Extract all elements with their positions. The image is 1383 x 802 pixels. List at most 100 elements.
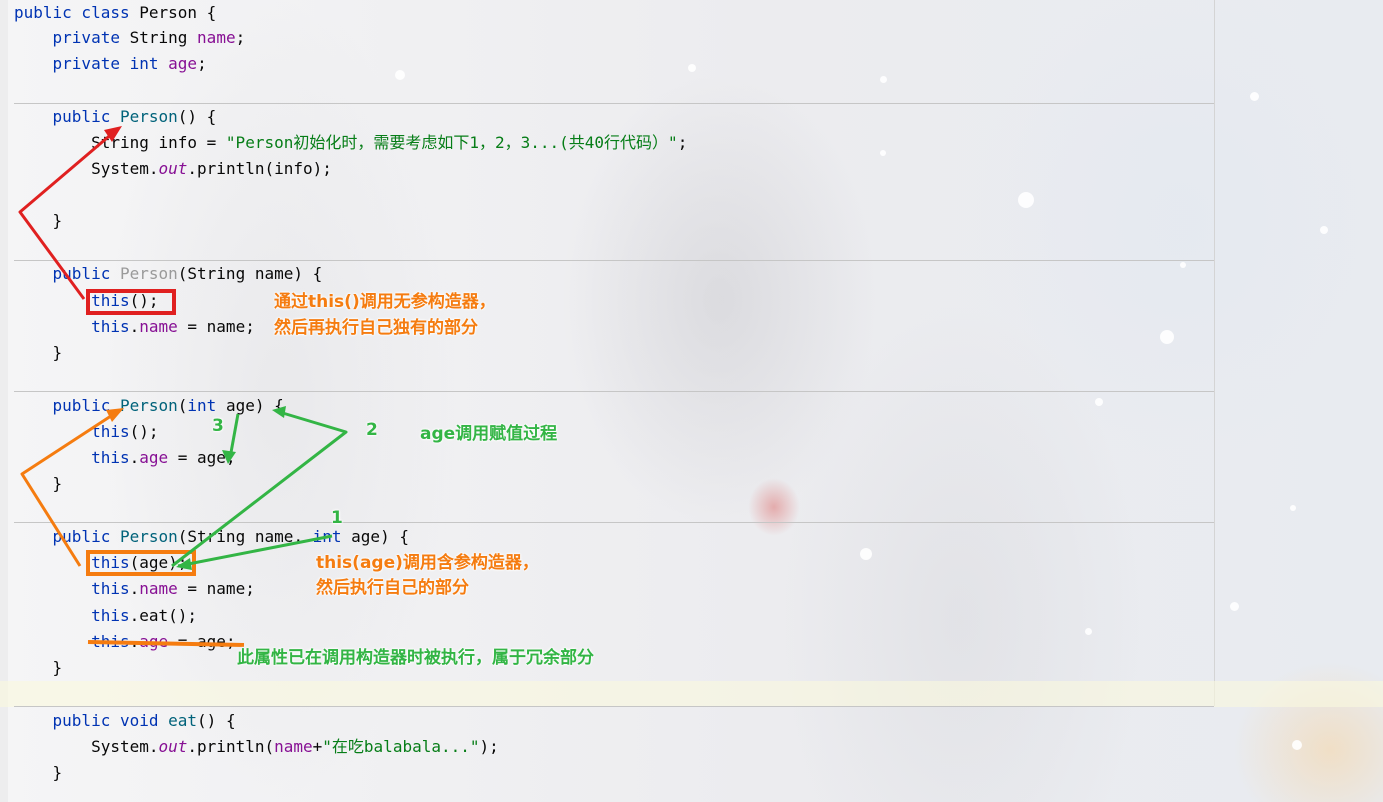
code-keyword: this bbox=[91, 448, 130, 467]
code-text: .eat(); bbox=[129, 606, 198, 625]
code-punct: ; bbox=[235, 28, 246, 47]
code-text: = name; bbox=[177, 579, 255, 598]
field-name: name bbox=[139, 579, 178, 598]
code-text: age) { bbox=[341, 527, 409, 546]
code-punct: . bbox=[129, 579, 140, 598]
code-punct: ; bbox=[197, 54, 207, 73]
constructor-name: Person bbox=[119, 527, 178, 546]
code-brace: { bbox=[206, 3, 217, 22]
code-line-eat-signature[interactable]: public void eat() { bbox=[14, 708, 236, 734]
code-line-ctor1-signature[interactable]: public Person() { bbox=[14, 104, 217, 130]
code-punct: ); bbox=[479, 737, 499, 756]
code-keyword: public class bbox=[14, 3, 130, 22]
annotation-this-call-line1: 通过this()调用无参构造器， bbox=[274, 292, 496, 312]
method-separator bbox=[14, 391, 1214, 392]
code-line-ctor2-this-call[interactable]: this(); bbox=[14, 288, 159, 314]
field-name: age bbox=[139, 448, 169, 467]
annotation-this-call-line2: 然后再执行自己独有的部分 bbox=[274, 318, 478, 338]
code-keyword: public void bbox=[52, 711, 159, 730]
code-line-class-decl[interactable]: public class Person { bbox=[14, 0, 216, 26]
code-text: (); bbox=[129, 291, 159, 310]
code-punct: + bbox=[312, 737, 323, 756]
annotation-step-3: 3 bbox=[212, 416, 224, 436]
code-brace: } bbox=[52, 763, 63, 782]
code-text: (String name, bbox=[177, 527, 313, 546]
code-text: .println( bbox=[187, 737, 275, 756]
code-text: (); bbox=[129, 422, 159, 441]
code-line-ctor1-close[interactable]: } bbox=[14, 208, 63, 234]
code-punct: . bbox=[129, 448, 140, 467]
code-keyword: private bbox=[52, 28, 120, 47]
code-line-ctor2-close[interactable]: } bbox=[14, 340, 63, 366]
code-keyword: this bbox=[91, 317, 130, 336]
code-type: int bbox=[129, 54, 159, 73]
code-line-ctor1-print[interactable]: System.out.println(info); bbox=[14, 156, 332, 182]
code-line-ctor4-eat[interactable]: this.eat(); bbox=[14, 603, 197, 629]
annotation-this-age-line1: this(age)调用含参构造器， bbox=[316, 553, 539, 573]
code-keyword: private bbox=[52, 54, 120, 73]
field-name: age bbox=[168, 54, 198, 73]
code-text: ( bbox=[177, 396, 188, 415]
code-punct: ; bbox=[677, 133, 688, 152]
code-keyword: public bbox=[52, 527, 111, 546]
annotation-redundant: 此属性已在调用构造器时被执行，属于冗余部分 bbox=[237, 648, 594, 668]
code-text: () { bbox=[177, 107, 217, 126]
code-text: (age); bbox=[129, 553, 188, 572]
code-line-ctor1-info[interactable]: String info = "Person初始化时，需要考虑如下1，2，3...… bbox=[14, 130, 687, 156]
code-text: = age; bbox=[168, 448, 236, 467]
code-text: age) { bbox=[216, 396, 284, 415]
code-text: (String name) { bbox=[177, 264, 323, 283]
code-text: System. bbox=[91, 159, 159, 178]
field-name: name bbox=[197, 28, 236, 47]
constructor-name: Person bbox=[119, 107, 178, 126]
code-keyword: this bbox=[91, 606, 130, 625]
code-keyword: this bbox=[91, 579, 130, 598]
code-brace: } bbox=[52, 343, 63, 362]
code-line-ctor4-redundant[interactable]: this.age = age; bbox=[14, 629, 236, 655]
code-text: String info = bbox=[91, 133, 226, 152]
annotation-step-2: 2 bbox=[366, 420, 378, 440]
code-line-ctor4-close[interactable]: } bbox=[14, 655, 63, 681]
code-line-ctor2-assign[interactable]: this.name = name; bbox=[14, 314, 255, 340]
code-text: .println(info); bbox=[187, 159, 332, 178]
code-keyword: this bbox=[91, 553, 130, 572]
code-line-ctor4-assign[interactable]: this.name = name; bbox=[14, 576, 255, 602]
code-keyword: this bbox=[91, 632, 130, 651]
code-line-field-age[interactable]: private int age; bbox=[14, 51, 207, 77]
code-line-ctor4-this-age[interactable]: this(age); bbox=[14, 550, 187, 576]
static-field: out bbox=[158, 159, 188, 178]
static-field: out bbox=[158, 737, 188, 756]
annotation-step-1: 1 bbox=[331, 508, 343, 528]
field-name: name bbox=[139, 317, 178, 336]
annotation-this-age-line2: 然后执行自己的部分 bbox=[316, 578, 469, 598]
code-type: String bbox=[129, 28, 188, 47]
constructor-name: Person bbox=[119, 396, 178, 415]
current-line-highlight bbox=[0, 681, 1383, 707]
code-brace: } bbox=[52, 658, 63, 677]
code-line-eat-print[interactable]: System.out.println(name+"在吃balabala...")… bbox=[14, 734, 499, 760]
code-punct: . bbox=[129, 632, 140, 651]
code-text: = age; bbox=[168, 632, 236, 651]
code-text: () { bbox=[197, 711, 236, 730]
code-brace: } bbox=[52, 211, 63, 230]
code-text: = name; bbox=[177, 317, 255, 336]
string-literal: "Person初始化时，需要考虑如下1，2，3...(共40行代码）" bbox=[225, 133, 678, 152]
field-name: name bbox=[274, 737, 313, 756]
code-keyword: public bbox=[52, 264, 111, 283]
code-line-ctor4-signature[interactable]: public Person(String name, int age) { bbox=[14, 524, 409, 550]
code-line-ctor3-this-call[interactable]: this(); bbox=[14, 419, 159, 445]
code-keyword: public bbox=[52, 107, 111, 126]
code-keyword: public bbox=[52, 396, 111, 415]
code-keyword: this bbox=[91, 291, 130, 310]
code-line-ctor3-close[interactable]: } bbox=[14, 471, 63, 497]
code-line-ctor3-signature[interactable]: public Person(int age) { bbox=[14, 393, 284, 419]
code-line-ctor2-signature[interactable]: public Person(String name) { bbox=[14, 261, 323, 287]
class-name: Person bbox=[139, 3, 198, 22]
code-line-eat-close[interactable]: } bbox=[14, 760, 63, 786]
method-separator bbox=[14, 522, 1214, 523]
code-keyword: this bbox=[91, 422, 130, 441]
code-line-field-name[interactable]: private String name; bbox=[14, 25, 246, 51]
code-text: System. bbox=[91, 737, 159, 756]
right-margin-guide bbox=[1214, 0, 1215, 706]
code-line-ctor3-assign[interactable]: this.age = age; bbox=[14, 445, 236, 471]
